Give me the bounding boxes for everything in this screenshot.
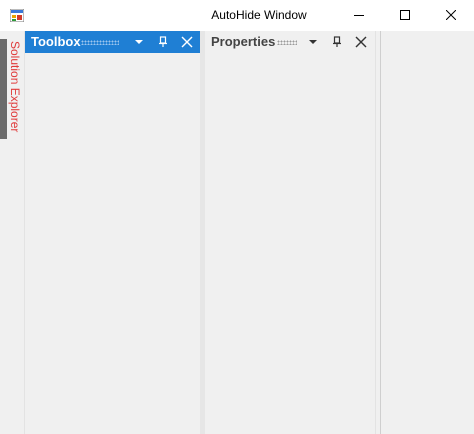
toolbox-header[interactable]: Toolbox [25, 31, 200, 53]
toolbox-title: Toolbox [31, 34, 81, 49]
app-window: AutoHide Window Solution Explorer Toolbo… [0, 0, 474, 434]
close-icon [446, 10, 456, 20]
autohide-tab-solution-explorer[interactable]: Solution Explorer [8, 41, 22, 132]
autohide-strip: Solution Explorer [0, 31, 25, 434]
pin-icon[interactable] [156, 35, 170, 49]
autohide-tab-indicator[interactable] [0, 39, 7, 139]
maximize-icon [400, 10, 410, 20]
maximize-button[interactable] [382, 0, 428, 31]
minimize-button[interactable] [336, 0, 382, 31]
toolbox-panel: Toolbox [25, 31, 201, 434]
close-window-button[interactable] [428, 0, 474, 31]
pin-icon[interactable] [330, 35, 344, 49]
dropdown-icon[interactable] [132, 35, 146, 49]
properties-panel: Properties [205, 31, 376, 434]
close-icon[interactable] [180, 35, 194, 49]
document-area [380, 31, 474, 434]
properties-grip[interactable] [277, 40, 297, 45]
properties-title: Properties [211, 34, 276, 49]
toolbox-grip[interactable] [81, 40, 119, 45]
title-bar[interactable]: AutoHide Window [0, 0, 474, 31]
client-area: Solution Explorer Toolbox Properties [0, 31, 474, 434]
close-icon[interactable] [354, 35, 368, 49]
properties-header[interactable]: Properties [205, 31, 375, 53]
minimize-icon [354, 15, 364, 16]
dropdown-icon[interactable] [306, 35, 320, 49]
